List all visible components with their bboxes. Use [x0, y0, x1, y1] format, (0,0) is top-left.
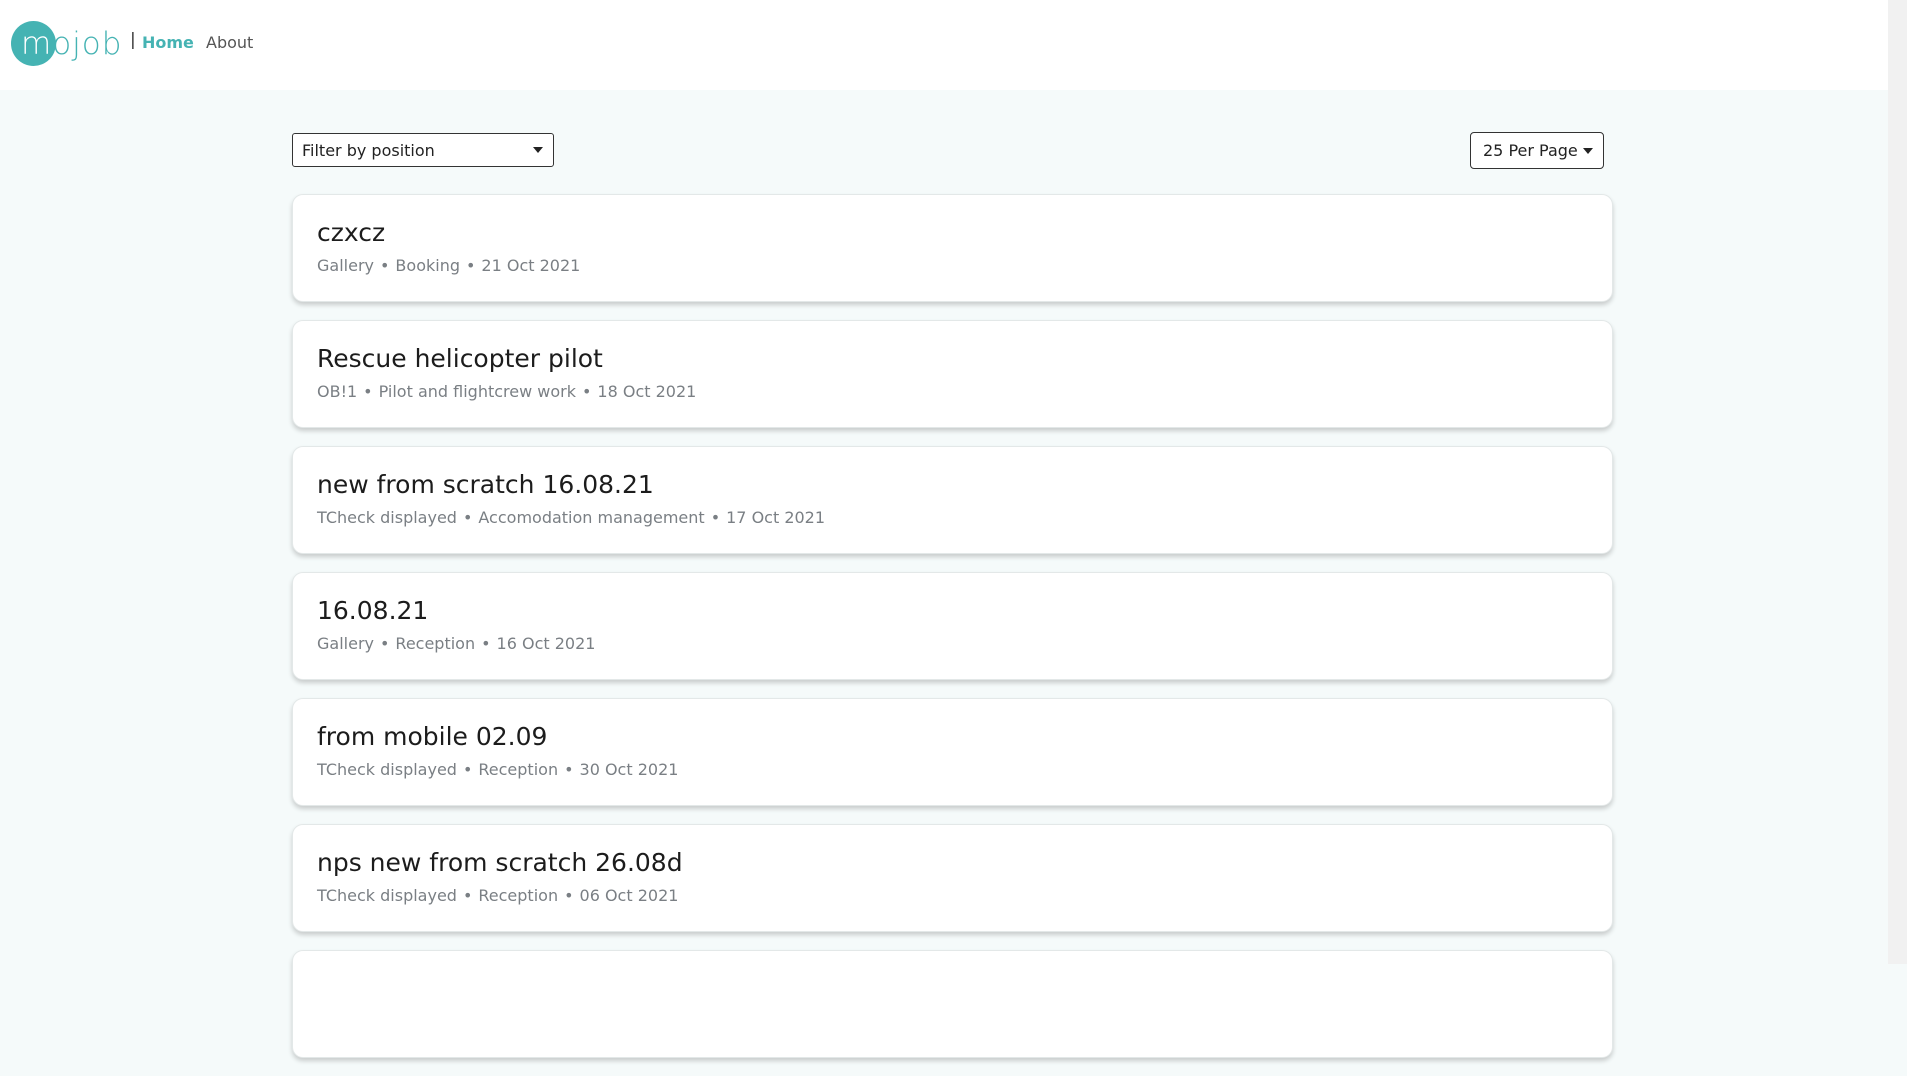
job-card[interactable]: czxcz Gallery • Booking • 21 Oct 2021	[292, 194, 1613, 302]
job-meta: TCheck displayed • Reception • 30 Oct 2021	[317, 760, 679, 779]
job-date: 18 Oct 2021	[597, 382, 697, 401]
caret-down-icon	[1582, 147, 1593, 154]
job-card[interactable]	[292, 950, 1613, 1058]
job-date: 06 Oct 2021	[579, 886, 679, 905]
job-company: TCheck displayed	[317, 508, 457, 527]
position-filter-select[interactable]: Filter by position	[292, 133, 554, 167]
job-title: nps new from scratch 26.08d	[317, 848, 683, 877]
job-date: 30 Oct 2021	[579, 760, 679, 779]
job-title: new from scratch 16.08.21	[317, 470, 654, 499]
job-list: czxcz Gallery • Booking • 21 Oct 2021 Rescue…	[292, 194, 1613, 1076]
job-title: from mobile 02.09	[317, 722, 548, 751]
position-filter-label: Filter by position	[302, 140, 435, 160]
per-page-label: 25 Per Page	[1483, 141, 1578, 160]
logo-text: mojob	[21, 26, 123, 62]
job-company: Gallery	[317, 634, 374, 653]
nav-home-link[interactable]: Home	[142, 33, 194, 52]
nav-separator: |	[130, 30, 136, 50]
job-category: Reception	[478, 760, 559, 779]
job-card[interactable]: nps new from scratch 26.08d TCheck displ…	[292, 824, 1613, 932]
top-navbar: mojob | Home About	[0, 0, 1888, 90]
job-category: Pilot and flightcrew work	[378, 382, 576, 401]
job-card[interactable]: from mobile 02.09 TCheck displayed • Recep…	[292, 698, 1613, 806]
job-date: 21 Oct 2021	[481, 256, 581, 275]
job-date: 16 Oct 2021	[496, 634, 596, 653]
mojob-logo[interactable]: mojob	[11, 21, 123, 67]
job-title: Rescue helicopter pilot	[317, 344, 603, 373]
job-title: czxcz	[317, 218, 386, 247]
job-category: Reception	[478, 886, 559, 905]
job-meta: TCheck displayed • Reception • 06 Oct 2021	[317, 886, 679, 905]
nav-about-link[interactable]: About	[206, 33, 253, 52]
per-page-dropdown-button[interactable]: 25 Per Page	[1470, 132, 1604, 169]
job-meta: OB!1 • Pilot and flightcrew work • 18 Oct 20…	[317, 382, 697, 401]
job-date: 17 Oct 2021	[726, 508, 826, 527]
job-category: Booking	[395, 256, 460, 275]
job-title: 16.08.21	[317, 596, 429, 625]
job-company: OB!1	[317, 382, 358, 401]
job-card[interactable]: 16.08.21 Gallery • Reception • 16 Oct 2021	[292, 572, 1613, 680]
job-company: Gallery	[317, 256, 374, 275]
page-scrollbar[interactable]	[1888, 0, 1907, 964]
job-meta: TCheck displayed • Accomodation management…	[317, 508, 826, 527]
job-company: TCheck displayed	[317, 886, 457, 905]
job-meta: Gallery • Reception • 16 Oct 2021	[317, 634, 596, 653]
job-category: Reception	[395, 634, 476, 653]
job-card[interactable]: new from scratch 16.08.21 TCheck display…	[292, 446, 1613, 554]
job-card[interactable]: Rescue helicopter pilot OB!1 • Pilot and f…	[292, 320, 1613, 428]
job-category: Accomodation management	[478, 508, 705, 527]
job-meta: Gallery • Booking • 21 Oct 2021	[317, 256, 581, 275]
chevron-down-icon	[533, 147, 543, 153]
job-company: TCheck displayed	[317, 760, 457, 779]
